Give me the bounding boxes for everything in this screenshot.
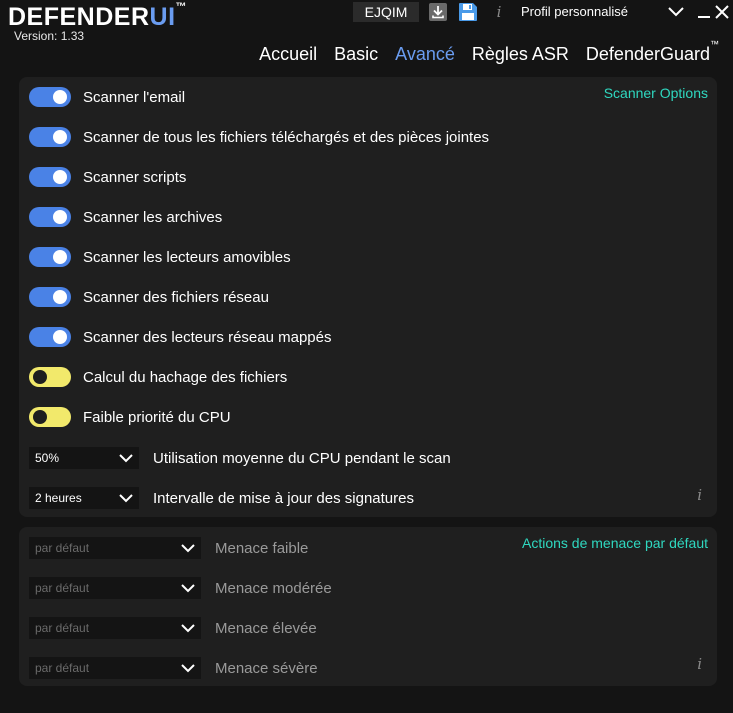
profile-code-button[interactable]: EJQIM [353,2,419,22]
profile-select[interactable]: Profil personnalisé [521,4,628,19]
select-value: par défaut [35,661,90,675]
toggle-label: Scanner l'email [83,88,186,106]
threat-actions-panel: Actions de menace par défaut par défaut … [19,527,717,686]
info-icon[interactable]: i [697,655,702,673]
chevron-down-icon [181,663,195,672]
chevron-down-icon[interactable] [668,4,684,20]
toggle-row: Scanner l'email [29,86,185,108]
toggle-knob [53,290,67,304]
select-value: par défaut [35,581,90,595]
select-label: Menace faible [215,539,309,557]
select-row: 2 heures Intervalle de mise à jour des s… [29,487,414,509]
moderate-threat-select[interactable]: par défaut [29,577,201,599]
scan-network-files-toggle[interactable] [29,287,71,307]
toggle-row: Faible priorité du CPU [29,406,231,428]
toggle-knob [53,210,67,224]
toggle-knob [33,410,47,424]
select-value: par défaut [35,541,90,555]
toggle-row: Scanner des lecteurs réseau mappés [29,326,331,348]
app-logo: DEFENDERUI™ [8,1,188,32]
cpu-usage-select[interactable]: 50% [29,447,139,469]
severe-threat-select[interactable]: par défaut [29,657,201,679]
select-row: par défaut Menace modérée [29,577,332,599]
toggle-row: Scanner les archives [29,206,222,228]
file-hash-toggle[interactable] [29,367,71,387]
download-icon[interactable] [428,1,448,23]
select-row: par défaut Menace sévère [29,657,318,679]
select-row: par défaut Menace faible [29,537,308,559]
chevron-down-icon [119,453,133,462]
scan-email-toggle[interactable] [29,87,71,107]
toggle-label: Faible priorité du CPU [83,408,231,426]
toggle-label: Scanner des lecteurs réseau mappés [83,328,332,346]
select-label: Menace élevée [215,619,317,637]
select-label: Intervalle de mise à jour des signatures [153,489,414,507]
signature-interval-select[interactable]: 2 heures [29,487,139,509]
toggle-label: Scanner les lecteurs amovibles [83,248,291,266]
toggle-row: Scanner de tous les fichiers téléchargés… [29,126,489,148]
toggle-label: Calcul du hachage des fichiers [83,368,288,386]
minimize-icon[interactable] [696,4,712,20]
select-label: Menace sévère [215,659,318,677]
chevron-down-icon [181,623,195,632]
chevron-down-icon [119,493,133,502]
scan-removable-toggle[interactable] [29,247,71,267]
chevron-down-icon [181,583,195,592]
scan-downloads-toggle[interactable] [29,127,71,147]
toggle-row: Scanner des fichiers réseau [29,286,269,308]
scan-mapped-drives-toggle[interactable] [29,327,71,347]
low-threat-select[interactable]: par défaut [29,537,201,559]
tab-defenderguard-label: DefenderGuard [585,44,710,64]
toggle-knob [53,250,67,264]
tab-defenderguard-trademark: ™ [710,39,719,49]
toggle-knob [33,370,47,384]
select-value: par défaut [35,621,90,635]
toggle-knob [53,330,67,344]
select-label: Utilisation moyenne du CPU pendant le sc… [153,449,451,467]
logo-accent: UI [149,3,176,31]
toggle-row: Scanner les lecteurs amovibles [29,246,291,268]
info-icon[interactable]: i [494,1,504,23]
high-threat-select[interactable]: par défaut [29,617,201,639]
logo-main: DEFENDER [8,3,150,31]
toggle-knob [53,170,67,184]
panel-title: Actions de menace par défaut [521,535,708,551]
toggle-row: Scanner scripts [29,166,186,188]
select-value: 50% [35,451,60,465]
tab-avance[interactable]: Avancé [378,44,455,65]
floppy-disk-icon[interactable] [458,1,478,23]
scanner-options-panel: Scanner Options Scanner l'email Scanner … [19,77,717,517]
scan-archives-toggle[interactable] [29,207,71,227]
chevron-down-icon [181,543,195,552]
info-icon[interactable]: i [697,486,702,504]
logo-trademark: ™ [175,1,188,13]
tab-basic[interactable]: Basic [317,44,378,65]
toggle-label: Scanner des fichiers réseau [83,288,269,306]
select-row: 50% Utilisation moyenne du CPU pendant l… [29,447,451,469]
toggle-knob [53,130,67,144]
toggle-label: Scanner les archives [83,208,223,226]
select-value: 2 heures [35,491,82,505]
toggle-label: Scanner de tous les fichiers téléchargés… [83,128,490,146]
toggle-row: Calcul du hachage des fichiers [29,366,287,388]
panel-title: Scanner Options [603,85,708,101]
scan-scripts-toggle[interactable] [29,167,71,187]
main-nav: Accueil Basic Avancé Règles ASR Defender… [242,39,719,65]
select-label: Menace modérée [215,579,332,597]
version-label: Version: 1.33 [14,29,85,43]
tab-defenderguard[interactable]: DefenderGuard™ [569,39,719,65]
tab-accueil[interactable]: Accueil [242,44,317,65]
toggle-label: Scanner scripts [83,168,187,186]
select-row: par défaut Menace élevée [29,617,317,639]
low-cpu-priority-toggle[interactable] [29,407,71,427]
close-icon[interactable] [714,4,730,20]
toggle-knob [53,90,67,104]
tab-regles-asr[interactable]: Règles ASR [455,44,569,65]
